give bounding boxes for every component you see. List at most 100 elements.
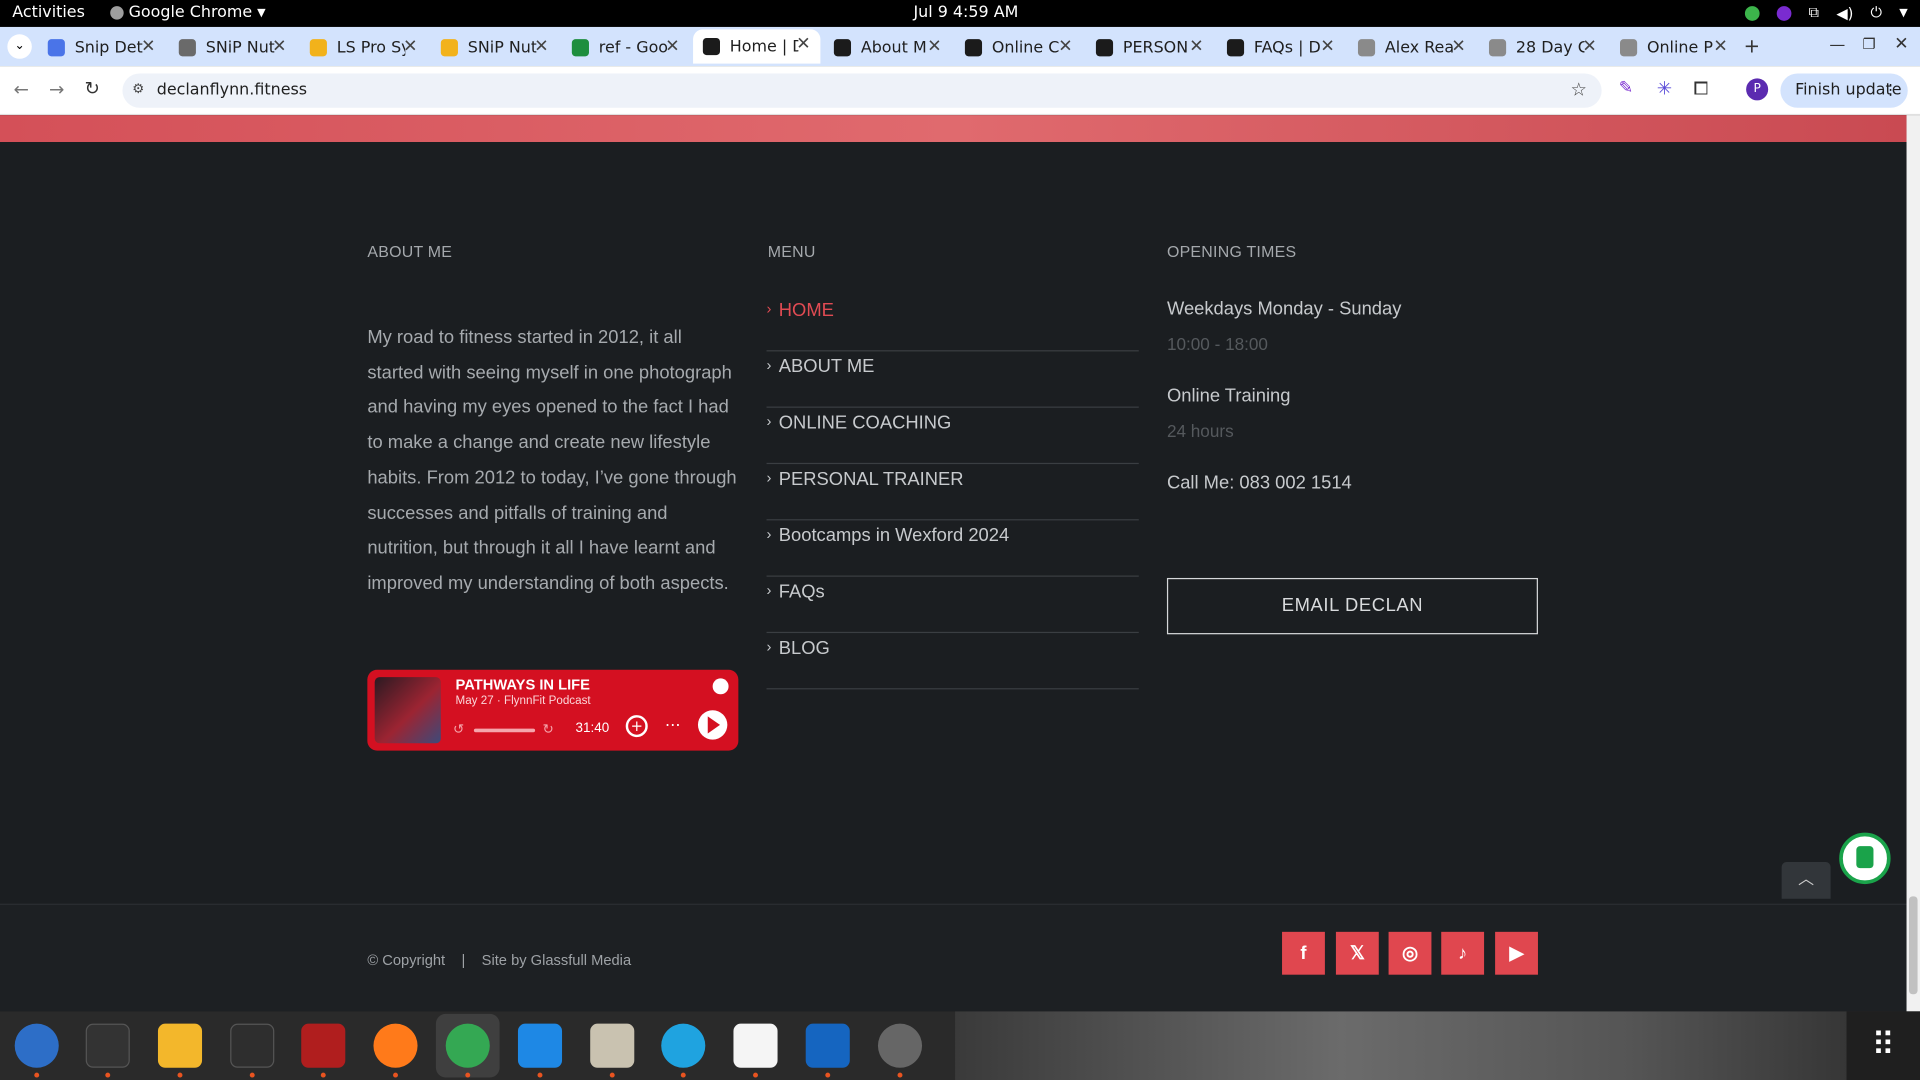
browser-tab[interactable]: PERSON ✕ <box>1086 32 1213 64</box>
instagram-icon[interactable]: ◎ <box>1388 931 1432 975</box>
podcast-player[interactable]: PATHWAYS IN LIFE May 27 · FlynnFit Podca… <box>367 669 739 751</box>
address-bar[interactable]: ⚙ declanflynn.fitness ☆ <box>122 73 1602 108</box>
tab-close-icon[interactable]: ✕ <box>1058 37 1072 57</box>
tab-search-button[interactable]: ⌄ <box>7 34 32 59</box>
tab-title: LS Pro Sy <box>336 38 406 57</box>
call-me-text[interactable]: Call Me: 083 002 1514 <box>1167 473 1352 494</box>
tab-close-icon[interactable]: ✕ <box>272 37 286 57</box>
system-monitor-icon[interactable] <box>230 1023 275 1068</box>
browser-tab[interactable]: SNiP Nut ✕ <box>169 32 296 64</box>
filezilla-icon[interactable] <box>301 1023 346 1068</box>
tab-close-icon[interactable]: ✕ <box>1320 37 1334 57</box>
clock[interactable]: Jul 9 4:59 AM <box>913 4 1018 22</box>
tab-close-icon[interactable]: ✕ <box>1189 37 1203 57</box>
thunderbird-icon[interactable] <box>14 1023 59 1068</box>
running-indicator <box>249 1072 255 1078</box>
footer-menu-item[interactable]: › PERSONAL TRAINER <box>766 464 1139 521</box>
browser-tab[interactable]: About M ✕ <box>824 32 951 64</box>
profile-avatar[interactable]: P <box>1746 78 1769 101</box>
url-text[interactable]: declanflynn.fitness <box>157 81 307 99</box>
rewind-15-icon[interactable]: ↺ <box>453 721 464 737</box>
progress-bar[interactable] <box>473 728 536 733</box>
tab-close-icon[interactable]: ✕ <box>1582 37 1596 57</box>
activities-button[interactable]: Activities <box>12 4 85 22</box>
tab-close-icon[interactable]: ✕ <box>403 37 417 57</box>
calculator-icon[interactable] <box>157 1023 203 1068</box>
new-tab-button[interactable]: + <box>1744 34 1760 57</box>
tab-close-icon[interactable]: ✕ <box>1713 37 1727 57</box>
show-apps-grid-icon[interactable]: ⠿ <box>1846 1011 1920 1080</box>
chevron-down-icon[interactable]: ▼ <box>1899 7 1907 19</box>
footer-menu-item[interactable]: › Bootcamps in Wexford 2024 <box>766 520 1139 577</box>
tab-close-icon[interactable]: ✕ <box>665 37 679 57</box>
pen-extension-icon[interactable]: ✎ <box>1619 78 1633 98</box>
tab-close-icon[interactable]: ✕ <box>1451 37 1465 57</box>
browser-tab[interactable]: Alex Rea ✕ <box>1348 32 1475 64</box>
update-indicator-icon[interactable] <box>1744 5 1760 21</box>
tab-close-icon[interactable]: ✕ <box>141 37 155 57</box>
browser-tab[interactable]: SNiP Nut ✕ <box>431 32 558 64</box>
reload-button[interactable]: ↻ <box>84 77 99 99</box>
libreoffice-writer-icon[interactable] <box>805 1023 850 1068</box>
files-icon[interactable] <box>590 1023 635 1068</box>
footer-menu-item[interactable]: › ONLINE COACHING <box>766 408 1139 465</box>
tab-close-icon[interactable]: ✕ <box>927 37 941 57</box>
browser-tab[interactable]: 28 Day C ✕ <box>1479 32 1606 64</box>
browser-tab[interactable]: Snip Det ✕ <box>38 32 165 64</box>
tab-title: Online P <box>1646 38 1713 57</box>
back-button[interactable]: ← <box>13 78 28 100</box>
network-icon[interactable]: ⧉ <box>1809 4 1820 22</box>
more-options-icon[interactable]: ⋯ <box>665 716 681 734</box>
extensions-puzzle-icon[interactable]: ⧠ <box>1693 77 1708 99</box>
add-icon[interactable]: + <box>625 715 648 738</box>
play-button[interactable] <box>697 710 728 740</box>
browser-tab[interactable]: LS Pro Sy ✕ <box>300 32 427 64</box>
scrollbar-thumb[interactable] <box>1908 896 1918 995</box>
terminal-icon[interactable] <box>85 1023 130 1068</box>
tab-title: Online C <box>991 38 1060 57</box>
youtube-icon[interactable]: ▶ <box>1495 931 1538 975</box>
podcast-title[interactable]: PATHWAYS IN LIFE <box>456 676 590 693</box>
browser-tab[interactable]: ref - Goo ✕ <box>562 32 689 64</box>
restore-button[interactable]: ❐ <box>1862 36 1875 53</box>
browser-tab[interactable]: Home | D ✕ <box>693 29 821 64</box>
sparkle-extension-icon[interactable]: ✳ <box>1657 77 1672 99</box>
disk-utility-icon[interactable] <box>877 1023 923 1068</box>
volume-icon[interactable]: ◀) <box>1836 4 1853 21</box>
footer-menu-item[interactable]: › BLOG <box>766 633 1139 690</box>
tiktok-icon[interactable]: ♪ <box>1441 931 1485 975</box>
footer-menu-item[interactable]: › FAQs <box>766 577 1139 634</box>
power-icon[interactable]: ⏻ <box>1871 4 1883 22</box>
facebook-icon[interactable]: f <box>1282 931 1325 975</box>
email-declan-button[interactable]: EMAIL DECLAN <box>1166 577 1538 635</box>
text-editor-icon[interactable] <box>733 1023 778 1068</box>
extension-indicator-icon[interactable] <box>1776 5 1792 21</box>
browser-tab[interactable]: Online C ✕ <box>955 32 1082 64</box>
chrome-icon[interactable] <box>445 1023 490 1068</box>
bookmark-star-icon[interactable]: ☆ <box>1570 78 1586 100</box>
browser-tab[interactable]: FAQs | D ✕ <box>1217 32 1344 64</box>
page-scrollbar[interactable] <box>1906 115 1920 1012</box>
system-tray[interactable]: ⧉ ◀) ⏻ ▼ <box>1744 4 1908 22</box>
minimize-button[interactable]: — <box>1829 37 1845 55</box>
chat-widget-button[interactable] <box>1839 832 1891 885</box>
vscode-icon[interactable] <box>517 1023 563 1068</box>
browser-tab[interactable]: Online P ✕ <box>1610 32 1737 64</box>
skype-icon[interactable] <box>661 1023 706 1068</box>
tab-close-icon[interactable]: ✕ <box>534 37 548 57</box>
kebab-menu-icon[interactable]: ⋮ <box>1883 81 1898 98</box>
site-info-icon[interactable]: ⚙ <box>132 81 144 97</box>
site-by-link[interactable]: Site by Glassfull Media <box>482 951 631 968</box>
forward-button[interactable]: → <box>49 78 64 100</box>
firefox-icon[interactable] <box>373 1023 418 1068</box>
forward-15-icon[interactable]: ↻ <box>542 721 553 737</box>
tab-close-icon[interactable]: ✕ <box>796 34 810 54</box>
footer-menu-item[interactable]: › ABOUT ME <box>766 351 1139 408</box>
footer-menu-item[interactable]: › HOME <box>766 295 1139 352</box>
finish-update-button[interactable]: Finish update ⋮ <box>1780 73 1908 108</box>
close-window-button[interactable]: ✕ <box>1894 34 1908 54</box>
scroll-to-top-button[interactable]: ︿ <box>1781 862 1831 899</box>
app-menu[interactable]: Google Chrome ▼ <box>110 4 266 22</box>
spotify-icon[interactable] <box>712 678 729 695</box>
x-twitter-icon[interactable]: 𝕏 <box>1335 931 1379 975</box>
